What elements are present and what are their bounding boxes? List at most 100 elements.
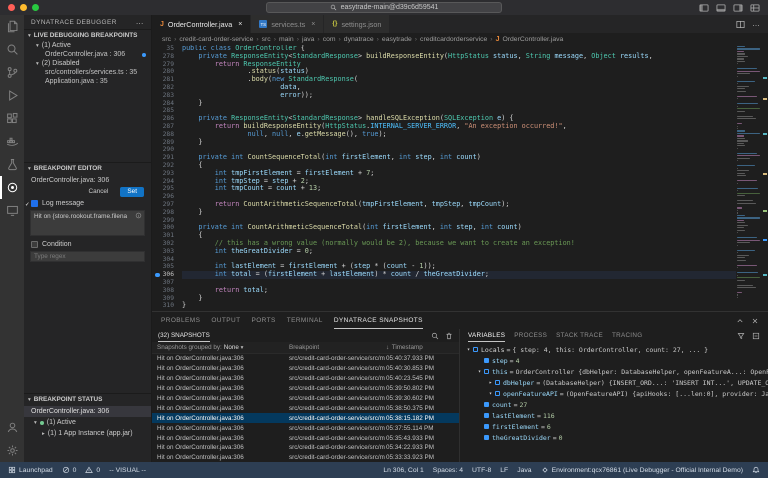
- filter-variables-icon[interactable]: [737, 332, 745, 340]
- breadcrumb-item[interactable]: dynatrace: [344, 36, 374, 43]
- twistie-icon[interactable]: ▾: [486, 391, 495, 397]
- split-editor-icon[interactable]: [736, 20, 745, 29]
- debug-tab-stack-trace[interactable]: STACK TRACE: [556, 329, 603, 342]
- language-mode[interactable]: Java: [517, 467, 531, 474]
- twistie-icon[interactable]: ▸: [486, 380, 495, 386]
- variable-row[interactable]: ▾Locals={ step: 4, this: OrderController…: [460, 344, 768, 355]
- debug-tab-tracing[interactable]: TRACING: [612, 329, 642, 342]
- delete-snapshots-icon[interactable]: [445, 332, 453, 340]
- variable-row[interactable]: step=4: [460, 355, 768, 366]
- column-breakpoint[interactable]: Breakpoint: [289, 344, 386, 351]
- search-snapshots-icon[interactable]: [431, 332, 439, 340]
- info-icon[interactable]: [135, 212, 142, 219]
- group-by-dropdown[interactable]: Snapshots grouped by:None ▾: [157, 344, 289, 351]
- close-tab-icon[interactable]: ×: [238, 21, 242, 28]
- breadcrumb-item[interactable]: src: [262, 36, 271, 43]
- activity-testing[interactable]: [0, 153, 24, 176]
- breadcrumb-item[interactable]: com: [323, 36, 336, 43]
- command-center[interactable]: easytrade-main@d39c6d59541: [266, 2, 502, 13]
- variable-row[interactable]: firstElement=6: [460, 421, 768, 432]
- variable-row[interactable]: ▾openFeatureAPI=(OpenFeatureAPI) {apiHoo…: [460, 388, 768, 399]
- activity-search[interactable]: [0, 38, 24, 61]
- tab-services.ts[interactable]: TSservices.ts×: [251, 15, 324, 33]
- code-line[interactable]: return total;: [182, 287, 736, 295]
- breadcrumb-item[interactable]: easytrade: [382, 36, 412, 43]
- code-line[interactable]: }: [182, 295, 736, 303]
- snapshot-row[interactable]: Hit on OrderController.java:306src/credi…: [152, 394, 459, 404]
- breakpoint-status-active[interactable]: ▾ (1) Active: [24, 417, 151, 428]
- indentation[interactable]: Spaces: 4: [433, 467, 463, 474]
- set-button[interactable]: Set: [120, 187, 144, 197]
- tab-settings.json[interactable]: {}settings.json: [324, 15, 390, 33]
- code-content[interactable]: public class OrderController { private R…: [182, 45, 736, 311]
- overview-ruler[interactable]: [762, 45, 768, 311]
- snapshot-row[interactable]: Hit on OrderController.java:306src/credi…: [152, 423, 459, 433]
- panel-tab-terminal[interactable]: TERMINAL: [287, 312, 323, 329]
- panel-tab-problems[interactable]: PROBLEMS: [161, 312, 200, 329]
- close-tab-icon[interactable]: ×: [311, 21, 315, 28]
- snapshot-row[interactable]: Hit on OrderController.java:306src/credi…: [152, 354, 459, 364]
- cancel-button[interactable]: Cancel: [82, 187, 116, 197]
- variable-row[interactable]: theGreatDivider=0: [460, 432, 768, 443]
- breakpoint-status-instance[interactable]: ▸ (1) 1 App Instance (app.jar): [24, 428, 151, 439]
- launchpad-button[interactable]: Launchpad: [8, 466, 53, 474]
- code-line[interactable]: }: [182, 100, 736, 108]
- more-actions-icon[interactable]: …: [136, 18, 144, 26]
- eol[interactable]: LF: [500, 467, 508, 474]
- code-line[interactable]: int tmpCount = count + 13;: [182, 185, 736, 193]
- debug-tab-process[interactable]: PROCESS: [514, 329, 547, 342]
- breakpoint-item[interactable]: Application.java : 35: [24, 77, 151, 86]
- code-line[interactable]: }: [182, 139, 736, 147]
- snapshots-tab[interactable]: (32) SNAPSHOTS: [158, 329, 210, 342]
- code-line[interactable]: null, null, e.getMessage(), true);: [182, 131, 736, 139]
- activity-docker[interactable]: [0, 130, 24, 153]
- condition-input[interactable]: Type regex: [30, 251, 145, 262]
- condition-checkbox[interactable]: [31, 241, 38, 248]
- code-line[interactable]: int total = (firstElement + lastElement)…: [182, 271, 736, 279]
- panel-tab-ports[interactable]: PORTS: [251, 312, 275, 329]
- close-window-button[interactable]: [8, 4, 15, 11]
- code-line[interactable]: private int CountArithmeticSequenceTotal…: [182, 224, 736, 232]
- activity-remote-explorer[interactable]: [0, 199, 24, 222]
- snapshot-row[interactable]: Hit on OrderController.java:306src/credi…: [152, 374, 459, 384]
- breakpoint-editor-header[interactable]: ▾ BREAKPOINT EDITOR: [24, 162, 151, 174]
- code-line[interactable]: error));: [182, 92, 736, 100]
- breakpoint-status-header[interactable]: ▾ BREAKPOINT STATUS: [24, 393, 151, 405]
- activity-dynatrace-debugger[interactable]: [0, 176, 24, 199]
- code-line[interactable]: }: [182, 209, 736, 217]
- code-line[interactable]: int theGreatDivider = 0;: [182, 248, 736, 256]
- debug-tab-variables[interactable]: VARIABLES: [468, 329, 505, 342]
- encoding[interactable]: UTF-8: [472, 467, 491, 474]
- code-line[interactable]: }: [182, 302, 736, 310]
- activity-extensions[interactable]: [0, 107, 24, 130]
- collapse-all-icon[interactable]: [752, 332, 760, 340]
- maximize-panel-icon[interactable]: [736, 317, 744, 325]
- breakpoint-group[interactable]: ▾(2) Disabled: [24, 59, 151, 68]
- activity-run-and-debug[interactable]: [0, 84, 24, 107]
- layout-customize-icon[interactable]: [750, 3, 760, 13]
- twistie-icon[interactable]: ▾: [464, 347, 473, 353]
- column-timestamp[interactable]: ↓ Timestamp: [386, 344, 459, 351]
- cursor-position[interactable]: Ln 306, Col 1: [383, 467, 423, 474]
- minimap[interactable]: [736, 45, 762, 311]
- breadcrumb-item[interactable]: main: [279, 36, 294, 43]
- panel-tab-output[interactable]: OUTPUT: [211, 312, 240, 329]
- breakpoint-item[interactable]: OrderController.java : 306: [24, 50, 151, 59]
- breakpoint-status-file[interactable]: OrderController.java: 306: [24, 406, 151, 417]
- variable-row[interactable]: ▾this=OrderController {dbHelper: Databas…: [460, 366, 768, 377]
- breakpoint-item[interactable]: src/controllers/services.ts : 35: [24, 68, 151, 77]
- variable-row[interactable]: count=27: [460, 399, 768, 410]
- snapshot-row[interactable]: Hit on OrderController.java:306src/credi…: [152, 433, 459, 443]
- notifications-bell[interactable]: [752, 466, 760, 474]
- breakpoint-group[interactable]: ▾(1) Active: [24, 41, 151, 50]
- breakpoint-icon[interactable]: [155, 273, 160, 278]
- activity-account[interactable]: [0, 416, 24, 439]
- activity-explorer[interactable]: [0, 15, 24, 38]
- layout-sidebar-left-icon[interactable]: [699, 3, 709, 13]
- minimize-window-button[interactable]: [20, 4, 27, 11]
- live-breakpoints-header[interactable]: ▾ LIVE DEBUGGING BREAKPOINTS: [24, 29, 151, 41]
- zoom-window-button[interactable]: [32, 4, 39, 11]
- snapshot-row[interactable]: Hit on OrderController.java:306src/credi…: [152, 403, 459, 413]
- snapshot-row[interactable]: Hit on OrderController.java:306src/credi…: [152, 384, 459, 394]
- log-message-input[interactable]: Hit on {store.rookout.frame.filena: [30, 210, 145, 236]
